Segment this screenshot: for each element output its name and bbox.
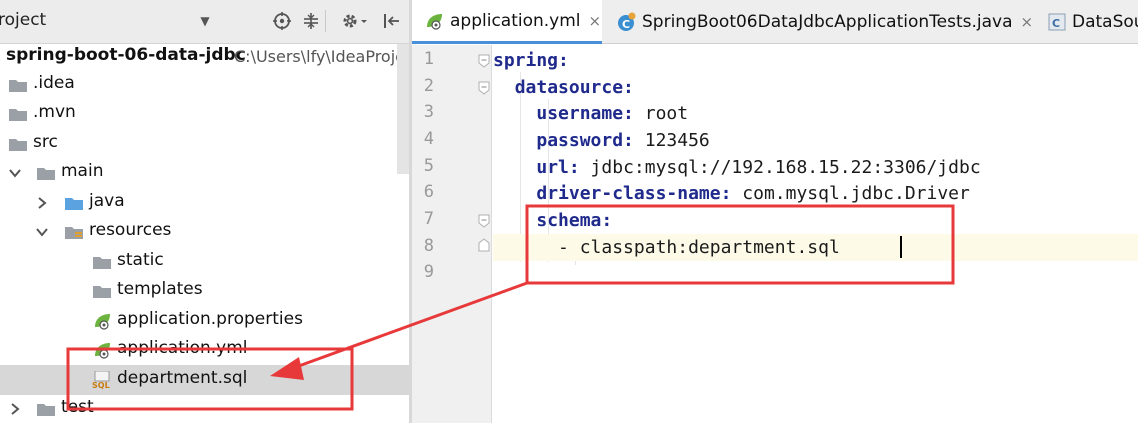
line-number: 3	[423, 102, 434, 122]
project-tree: spring-boot-06-data-jdbc C:\Users\lfy\Id…	[0, 44, 410, 423]
view-dropdown-icon[interactable]: ▼	[196, 8, 214, 34]
tree-item-label: resources	[89, 220, 172, 240]
tree-item-department-sql[interactable]: SQL department.sql	[0, 365, 410, 395]
fold-icon[interactable]	[478, 80, 490, 95]
tree-item-label: src	[33, 132, 58, 152]
resources-folder-icon	[63, 223, 85, 241]
tree-item-src[interactable]: src	[0, 129, 410, 159]
editor-gutter: 1 2 3 4 5 6 7 8 9	[412, 45, 492, 423]
svg-text:C: C	[1052, 17, 1060, 30]
java-class-icon: C	[1048, 13, 1066, 31]
tree-item-templates[interactable]: templates	[0, 276, 410, 306]
code-line: schema:	[536, 210, 613, 231]
tree-item-label: application.properties	[117, 309, 303, 329]
tree-scrollbar[interactable]	[397, 44, 409, 174]
line-number: 6	[423, 182, 434, 202]
folder-icon	[35, 400, 57, 418]
editor-area: application.yml × C SpringBoot06DataJdbc…	[412, 0, 1138, 423]
tree-item-label: department.sql	[117, 368, 248, 388]
line-number: 1	[423, 49, 434, 69]
code-line: url: jdbc:mysql://192.168.15.22:3306/jdb…	[536, 157, 981, 178]
tree-item-label: .mvn	[33, 102, 76, 122]
chevron-right-icon[interactable]	[35, 196, 49, 210]
code-line: username: root	[536, 103, 689, 124]
crosshair-icon[interactable]	[270, 8, 294, 34]
editor-tab-bar: application.yml × C SpringBoot06DataJdbc…	[412, 0, 1138, 44]
line-number: 8	[423, 236, 434, 256]
toolbar-separator	[325, 10, 326, 32]
sql-file-icon: SQL	[91, 371, 113, 389]
tree-item-label: test	[61, 397, 94, 417]
tab-application-yml[interactable]: application.yml ×	[412, 0, 602, 44]
code-line-current: - classpath:department.sql	[493, 234, 1138, 261]
spring-config-icon	[91, 341, 113, 359]
project-panel: roject ▼ spring-boot-06-data-jdbc C:\Use…	[0, 0, 410, 423]
tree-item-label: .idea	[33, 73, 75, 93]
tree-row-root[interactable]: spring-boot-06-data-jdbc C:\Users\lfy\Id…	[0, 42, 410, 72]
close-icon[interactable]: ×	[1021, 13, 1034, 31]
tree-item-resources[interactable]: resources	[0, 217, 410, 247]
project-toolbar: roject ▼	[0, 0, 410, 44]
tab-datasource[interactable]: C DataSou	[1036, 0, 1138, 44]
close-icon[interactable]: ×	[589, 12, 602, 30]
fold-end-icon[interactable]	[478, 237, 490, 252]
tree-item-mvn[interactable]: .mvn	[0, 99, 410, 129]
tab-label: DataSou	[1072, 12, 1138, 32]
fold-icon[interactable]	[478, 213, 490, 228]
tree-item-application-yml[interactable]: application.yml	[0, 335, 410, 365]
tree-item-main[interactable]: main	[0, 158, 410, 188]
line-number: 5	[423, 156, 434, 176]
tree-item-label: static	[117, 250, 164, 270]
line-number: 2	[423, 76, 434, 96]
code-line: driver-class-name: com.mysql.jdbc.Driver	[536, 183, 970, 204]
project-view-title[interactable]: roject	[0, 10, 46, 30]
spring-config-icon	[91, 312, 113, 330]
tree-root-path: C:\Users\lfy\IdeaProje	[234, 47, 405, 66]
line-number: 4	[423, 129, 434, 149]
tree-item-label: application.yml	[117, 338, 248, 358]
svg-text:SQL: SQL	[92, 381, 110, 389]
tree-item-test[interactable]: test	[0, 394, 410, 423]
source-folder-icon	[63, 194, 85, 212]
code-line: password: 123456	[536, 130, 710, 151]
hide-icon[interactable]	[378, 8, 404, 34]
yml-file-icon	[424, 12, 444, 30]
folder-icon	[7, 135, 29, 153]
line-number: 9	[423, 262, 434, 282]
tree-item-label: java	[89, 191, 125, 211]
folder-icon	[35, 164, 57, 182]
chevron-down-icon[interactable]	[8, 166, 22, 180]
tree-root-label: spring-boot-06-data-jdbc	[6, 45, 246, 65]
svg-text:C: C	[622, 18, 630, 31]
folder-icon	[91, 282, 113, 300]
tab-label: SpringBoot06DataJdbcApplicationTests.jav…	[642, 12, 1013, 32]
line-number: 7	[423, 209, 434, 229]
tree-item-static[interactable]: static	[0, 247, 410, 277]
gear-icon[interactable]	[340, 8, 370, 34]
tree-item-idea[interactable]: .idea	[0, 70, 410, 100]
fold-icon[interactable]	[478, 53, 490, 68]
chevron-down-icon[interactable]	[35, 225, 49, 239]
code-editor[interactable]: spring: datasource: username: root passw…	[493, 45, 1138, 423]
tree-item-label: main	[61, 161, 104, 181]
tree-item-label: templates	[117, 279, 203, 299]
folder-icon	[91, 253, 113, 271]
collapse-icon[interactable]	[299, 8, 323, 34]
folder-icon	[7, 76, 29, 94]
text-caret	[900, 236, 902, 258]
tab-label: application.yml	[450, 10, 581, 31]
tree-item-java[interactable]: java	[0, 188, 410, 218]
code-line: datasource:	[514, 77, 634, 98]
tab-springboot06-tests[interactable]: C SpringBoot06DataJdbcApplicationTests.j…	[604, 0, 1034, 44]
code-line: spring:	[493, 50, 569, 71]
chevron-right-icon[interactable]	[8, 402, 22, 416]
tree-item-application-properties[interactable]: application.properties	[0, 306, 410, 336]
java-class-icon: C	[616, 12, 636, 32]
folder-icon	[7, 105, 29, 123]
